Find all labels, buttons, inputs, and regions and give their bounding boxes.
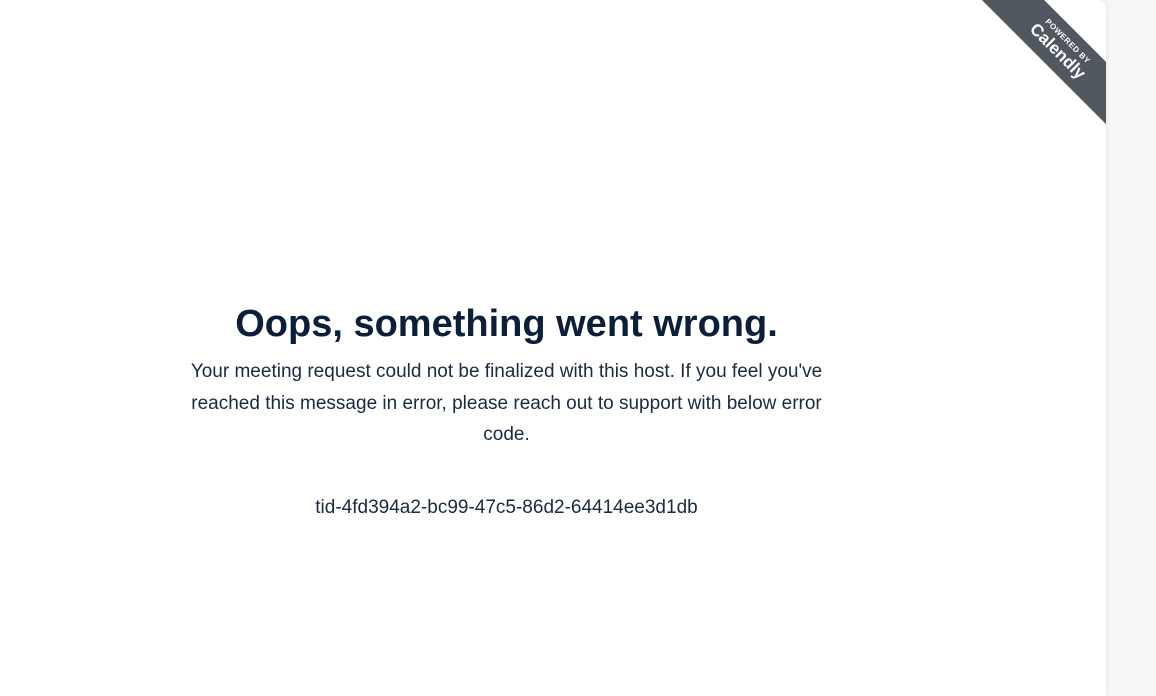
page: POWERED BY Calendly Oops, something went…	[0, 0, 1156, 696]
error-message: Your meeting request could not be finali…	[190, 361, 823, 445]
error-card: POWERED BY Calendly Oops, something went…	[0, 0, 1106, 696]
error-title: Oops, something went wrong.	[235, 303, 778, 345]
error-content: Oops, something went wrong. Your meeting…	[0, 300, 1013, 521]
error-code: tid-4fd394a2-bc99-47c5-86d2-64414ee3d1db	[315, 496, 698, 518]
powered-by-badge[interactable]: POWERED BY Calendly	[964, 0, 1106, 148]
powered-by-ribbon[interactable]: POWERED BY Calendly	[964, 0, 1106, 145]
